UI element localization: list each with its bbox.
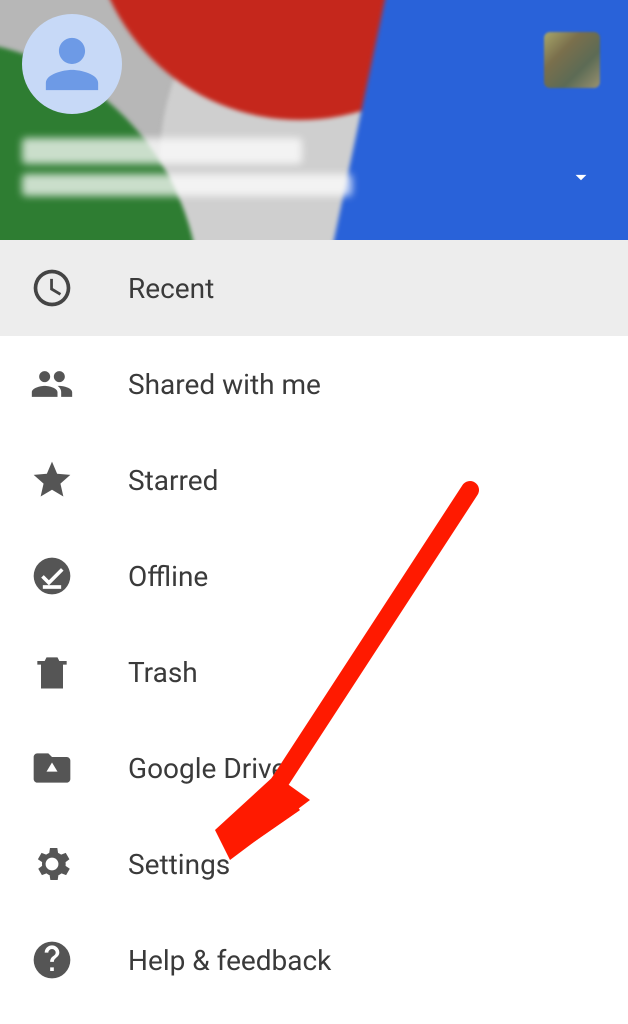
menu-label: Shared with me: [128, 368, 321, 401]
menu-label: Recent: [128, 272, 214, 305]
menu-item-recent[interactable]: Recent: [0, 240, 628, 336]
menu-label: Help & feedback: [128, 944, 331, 977]
menu-label: Starred: [128, 464, 218, 497]
nav-menu: Recent Shared with me Starred Offline Tr: [0, 240, 628, 1008]
user-avatar[interactable]: [22, 14, 122, 114]
help-icon: [26, 934, 78, 986]
menu-label: Trash: [128, 656, 198, 689]
person-icon: [40, 32, 104, 96]
menu-item-starred[interactable]: Starred: [0, 432, 628, 528]
gear-icon: [26, 838, 78, 890]
offline-icon: [26, 550, 78, 602]
menu-label: Google Drive: [128, 752, 286, 785]
menu-item-offline[interactable]: Offline: [0, 528, 628, 624]
trash-icon: [26, 646, 78, 698]
nav-drawer: Recent Shared with me Starred Offline Tr: [0, 0, 628, 1024]
clock-icon: [26, 262, 78, 314]
account-header: [0, 0, 628, 240]
account-switcher-avatar[interactable]: [544, 32, 600, 88]
menu-item-shared[interactable]: Shared with me: [0, 336, 628, 432]
chevron-down-icon: [568, 164, 594, 190]
menu-label: Offline: [128, 560, 208, 593]
account-dropdown[interactable]: [568, 164, 594, 194]
user-name: [22, 138, 302, 164]
menu-item-settings[interactable]: Settings: [0, 816, 628, 912]
people-icon: [26, 358, 78, 410]
menu-item-trash[interactable]: Trash: [0, 624, 628, 720]
user-info: [22, 138, 548, 206]
menu-item-help[interactable]: Help & feedback: [0, 912, 628, 1008]
drive-folder-icon: [26, 742, 78, 794]
user-email: [22, 174, 352, 196]
menu-label: Settings: [128, 848, 230, 881]
star-icon: [26, 454, 78, 506]
menu-item-google-drive[interactable]: Google Drive: [0, 720, 628, 816]
